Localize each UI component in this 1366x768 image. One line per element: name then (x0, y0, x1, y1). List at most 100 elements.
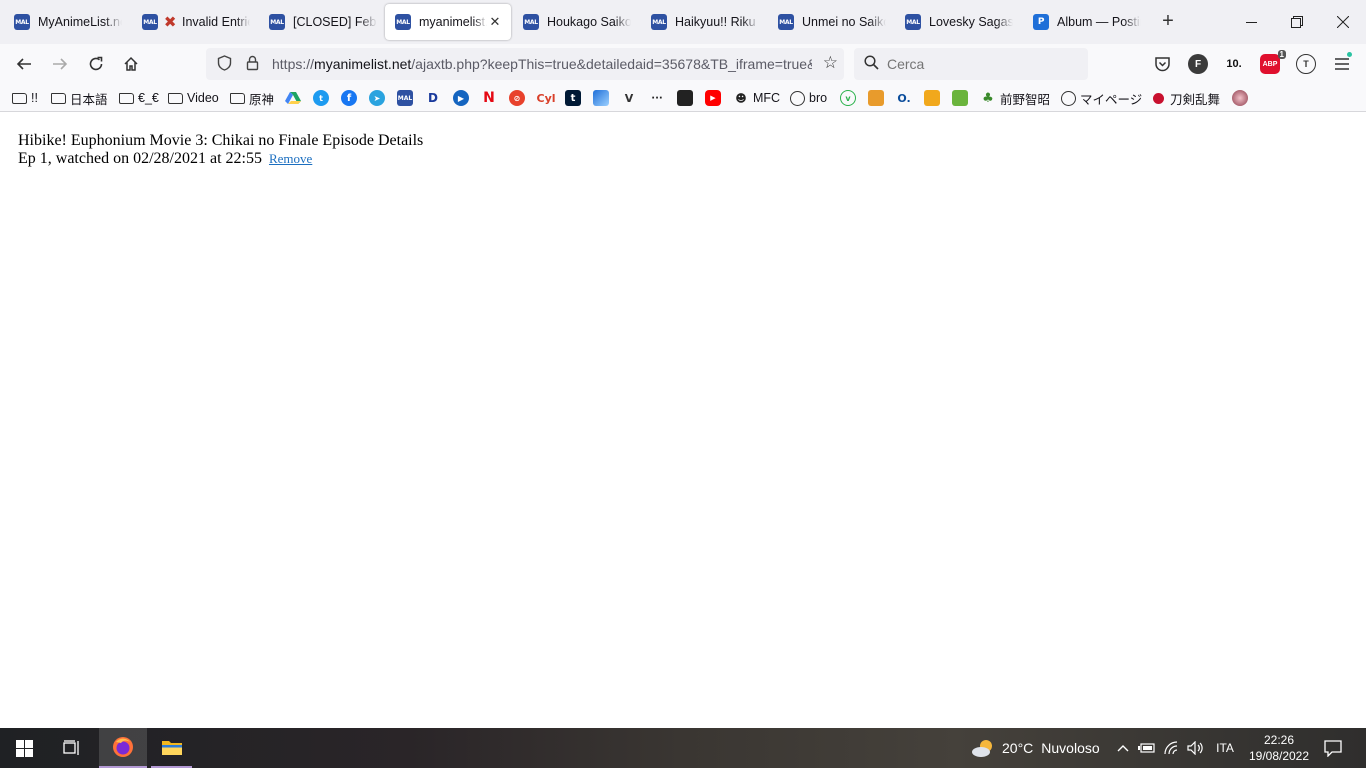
back-button[interactable] (10, 50, 38, 78)
close-window-button[interactable] (1320, 0, 1366, 44)
cloudy-weather-icon (972, 740, 992, 757)
bookmark-label: Video (187, 91, 219, 105)
task-view-button[interactable] (48, 728, 96, 768)
bookmark-game[interactable] (868, 89, 888, 107)
home-button[interactable] (117, 50, 145, 78)
notifications-button[interactable] (1318, 728, 1348, 768)
bookmarks-toolbar: !! 日本語 €_€ Video 原神 t f ➤ MAL D ▶ N ⊘ Cy… (0, 84, 1366, 112)
bookmark-telegram[interactable]: ➤ (369, 89, 389, 107)
extension-10-icon[interactable]: 10. (1224, 54, 1244, 74)
bookmark-mfc[interactable]: ☻ MFC (733, 89, 780, 107)
url-text[interactable]: https://myanimelist.net/ajaxtb.php?keepT… (272, 56, 812, 72)
bookmark-disney[interactable]: D (425, 89, 445, 107)
wifi-icon (1164, 741, 1178, 755)
green-circle-icon: v (840, 90, 856, 106)
folder-explorer-icon (161, 741, 182, 755)
tab-myanimelist[interactable]: MAL MyAnimeList.net (4, 4, 130, 40)
bookmark-green-v[interactable]: v (840, 89, 860, 107)
search-bar[interactable] (854, 48, 1088, 80)
bookmark-tumblr[interactable]: t (565, 89, 585, 107)
bookmark-v[interactable]: V (621, 89, 641, 107)
battery-button[interactable] (1137, 728, 1157, 768)
minimize-button[interactable] (1228, 0, 1274, 44)
windows-logo-icon (15, 739, 33, 757)
dots-icon: ··· (651, 92, 663, 104)
lock-icon[interactable] (242, 55, 262, 74)
green-app-icon (952, 90, 968, 106)
remove-link[interactable]: Remove (269, 151, 312, 166)
bookmark-star-icon[interactable]: ☆ (823, 53, 838, 73)
mal-icon: MAL (395, 14, 411, 30)
start-button[interactable] (0, 728, 48, 768)
bookmark-maeno[interactable]: ♣ 前野智昭 (980, 89, 1050, 107)
bookmark-folder-exclaim[interactable]: !! (12, 89, 38, 107)
bookmark-dots[interactable]: ··· (649, 89, 669, 107)
bookmark-touken[interactable]: 刀剣乱舞 (1153, 89, 1220, 107)
tv-icon (677, 90, 693, 106)
tab-lovesky[interactable]: MAL Lovesky Sagashi (895, 4, 1021, 40)
tab-myanimelist-active[interactable]: MAL myanimelist.net ✕ (385, 4, 511, 40)
bookmark-folder-video[interactable]: Video (168, 89, 219, 107)
bookmark-folder-euro[interactable]: €_€ (119, 89, 159, 107)
weather-widget[interactable]: 20°C Nuvoloso (970, 728, 1100, 768)
folder-icon (230, 92, 245, 104)
bookmark-books[interactable] (924, 89, 944, 107)
taskbar-file-explorer[interactable] (151, 728, 192, 768)
search-input[interactable] (887, 56, 1077, 72)
bookmark-facebook[interactable]: f (341, 89, 361, 107)
clock-time: 22:26 (1263, 733, 1295, 747)
bookmark-bro[interactable]: bro (790, 89, 827, 107)
close-tab-icon[interactable]: ✕ (487, 14, 503, 30)
bookmark-folder-nihongo[interactable]: 日本語 (51, 89, 108, 107)
tab-closed-february[interactable]: MAL [CLOSED] February (259, 4, 385, 40)
pocket-icon[interactable] (1152, 54, 1172, 74)
bookmark-pixiv-image[interactable] (593, 89, 613, 107)
extension-t-icon[interactable]: T (1296, 54, 1316, 74)
shield-icon[interactable] (214, 54, 234, 74)
bookmark-green-app[interactable] (952, 89, 972, 107)
bookmark-cyl[interactable]: Cyl (537, 89, 559, 107)
bookmark-twitter[interactable]: t (313, 89, 333, 107)
tab-title: [CLOSED] February (293, 15, 377, 29)
tab-postimg-album[interactable]: P Album — Postimg (1023, 4, 1149, 40)
blue-o-icon: O. (897, 91, 911, 105)
show-hidden-icons-button[interactable] (1113, 728, 1133, 768)
bookmark-youtube[interactable]: ▶ (705, 89, 725, 107)
tab-unmei-no-saikoro[interactable]: MAL Unmei no Saikoro (768, 4, 894, 40)
system-clock[interactable]: 22:26 19/08/2022 (1244, 732, 1314, 764)
taskbar-firefox[interactable] (99, 728, 147, 768)
tab-invalid-entries[interactable]: MAL ✖ Invalid Entries (132, 4, 258, 40)
tab-houkago-saikoro[interactable]: MAL Houkago Saikoro (513, 4, 639, 40)
menu-button[interactable] (1332, 52, 1352, 74)
bookmark-blue-o[interactable]: O. (896, 89, 916, 107)
input-language-button[interactable]: ITA (1214, 728, 1236, 768)
bookmark-folder-genshin[interactable]: 原神 (230, 89, 274, 107)
bookmark-label: !! (31, 91, 38, 105)
tab-haikyuu[interactable]: MAL Haikyuu!! Riku vs (641, 4, 767, 40)
extension-f-icon[interactable]: F (1188, 54, 1208, 74)
bookmark-mypage[interactable]: マイページ (1061, 89, 1142, 107)
network-button[interactable] (1162, 728, 1182, 768)
address-bar[interactable]: https://myanimelist.net/ajaxtb.php?keepT… (206, 48, 844, 80)
bookmark-redsite[interactable]: ⊘ (509, 89, 529, 107)
bookmark-netflix[interactable]: N (481, 89, 501, 107)
reload-button[interactable] (82, 50, 110, 78)
navigation-toolbar: https://myanimelist.net/ajaxtb.php?keepT… (0, 44, 1366, 84)
bookmark-tv[interactable] (677, 89, 697, 107)
tab-title: Invalid Entries (182, 15, 250, 29)
bookmark-label: 原神 (249, 92, 275, 107)
books-icon (924, 90, 940, 106)
bookmark-avatar[interactable] (1232, 89, 1252, 107)
url-path: /ajaxtb.php?keepThis=true&detailedaid=35… (411, 56, 812, 72)
adblock-plus-icon[interactable]: ABP 1 (1260, 50, 1286, 74)
volume-button[interactable] (1185, 728, 1205, 768)
bookmark-google-drive[interactable] (285, 89, 301, 107)
weather-temperature: 20°C (1002, 740, 1034, 756)
mal-icon: MAL (269, 14, 285, 30)
bookmark-play[interactable]: ▶ (453, 89, 473, 107)
restore-button[interactable] (1274, 0, 1320, 44)
bookmark-myanimelist[interactable]: MAL (397, 89, 417, 107)
new-tab-button[interactable]: + (1156, 10, 1180, 34)
forward-button[interactable] (46, 50, 74, 78)
episode-watched-text: Ep 1, watched on 02/28/2021 at 22:55 (18, 150, 262, 167)
